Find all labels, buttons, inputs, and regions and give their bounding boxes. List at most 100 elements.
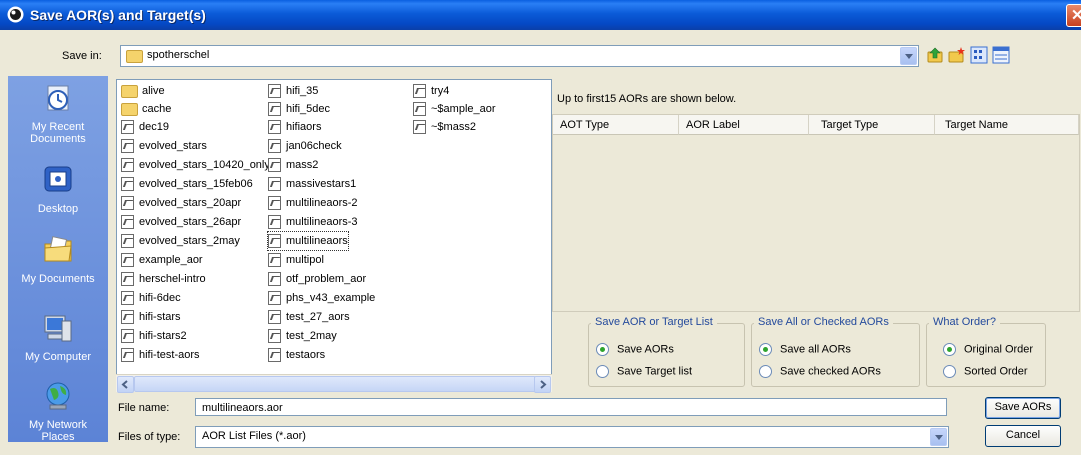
file-icon	[268, 177, 281, 192]
list-item[interactable]: example_aor	[121, 251, 203, 269]
list-item[interactable]: multipol	[268, 251, 324, 269]
list-item[interactable]: hifi-stars	[121, 308, 181, 326]
list-item[interactable]: hifi-stars2	[121, 327, 187, 345]
place-network[interactable]: My Network Places	[8, 380, 108, 443]
file-type-combo[interactable]: AOR List Files (*.aor)	[195, 426, 949, 448]
up-folder-icon[interactable]	[926, 46, 944, 64]
file-icon	[121, 158, 134, 173]
save-all-aors-radio[interactable]: Save all AORs	[759, 343, 851, 356]
file-name-label: File name:	[118, 402, 170, 414]
file-icon	[268, 215, 281, 230]
list-item[interactable]: try4	[413, 82, 449, 100]
horizontal-scrollbar[interactable]	[116, 374, 552, 393]
place-desktop[interactable]: Desktop	[8, 164, 108, 215]
scroll-right-button[interactable]	[534, 376, 551, 393]
file-icon	[268, 84, 281, 99]
folder-icon	[126, 50, 143, 63]
list-item[interactable]: dec19	[121, 118, 169, 136]
details-view-icon[interactable]	[992, 46, 1010, 64]
list-item[interactable]: hifi-6dec	[121, 289, 181, 307]
list-item[interactable]: evolved_stars_2may	[121, 232, 240, 250]
new-folder-icon[interactable]	[948, 46, 966, 64]
save-aors-radio[interactable]: Save AORs	[596, 343, 674, 356]
list-item[interactable]: herschel-intro	[121, 270, 206, 288]
place-recent-documents[interactable]: My Recent Documents	[8, 82, 108, 145]
list-item[interactable]: cache	[121, 100, 171, 118]
list-item[interactable]: massivestars1	[268, 175, 356, 193]
place-label: My Network Places	[28, 419, 88, 443]
scroll-thumb[interactable]	[134, 376, 536, 392]
file-icon	[268, 234, 281, 249]
list-item[interactable]: evolved_stars_15feb06	[121, 175, 253, 193]
list-item[interactable]: testaors	[268, 346, 325, 364]
save-aors-button[interactable]: Save AORs	[985, 397, 1061, 419]
save-in-label: Save in:	[62, 50, 102, 62]
list-view-icon[interactable]	[970, 46, 988, 64]
file-list[interactable]: alive cache dec19 evolved_stars evolved_…	[116, 79, 552, 392]
file-name-input[interactable]: multilineaors.aor	[195, 398, 947, 416]
file-type-label: Files of type:	[118, 431, 181, 443]
column-header-target-type[interactable]: Target Type	[809, 115, 935, 135]
list-item[interactable]: ~$mass2	[413, 118, 476, 136]
list-item[interactable]: hifi_35	[268, 82, 318, 100]
chevron-left-icon	[121, 380, 128, 389]
place-my-documents[interactable]: My Documents	[8, 234, 108, 285]
file-icon	[268, 158, 281, 173]
list-item[interactable]: ~$ample_aor	[413, 100, 496, 118]
save-checked-aors-radio[interactable]: Save checked AORs	[759, 365, 881, 378]
radio-button[interactable]	[759, 365, 772, 378]
radio-button[interactable]	[759, 343, 772, 356]
radio-button[interactable]	[596, 343, 609, 356]
scroll-left-button[interactable]	[117, 376, 134, 393]
close-button[interactable]: ✕	[1066, 4, 1081, 27]
list-item[interactable]: test_2may	[268, 327, 337, 345]
original-order-radio[interactable]: Original Order	[943, 343, 1033, 356]
sorted-order-radio[interactable]: Sorted Order	[943, 365, 1028, 378]
app-icon	[7, 6, 24, 23]
list-item[interactable]: hifi-test-aors	[121, 346, 200, 364]
list-item[interactable]: hifi_5dec	[268, 100, 330, 118]
list-item[interactable]: evolved_stars	[121, 137, 207, 155]
save-in-value: spotherschel	[147, 49, 210, 61]
list-item[interactable]: hifiaors	[268, 118, 321, 136]
list-item[interactable]: evolved_stars_10420_only	[121, 156, 270, 174]
column-header-target-name[interactable]: Target Name	[935, 115, 1079, 135]
clock-icon	[47, 85, 69, 111]
title-bar[interactable]: Save AOR(s) and Target(s) ✕	[0, 0, 1081, 30]
file-icon	[121, 253, 134, 268]
group-title: Save All or Checked AORs	[754, 316, 893, 328]
aor-preview-table[interactable]: AOT Type AOR Label Target Type Target Na…	[552, 114, 1080, 312]
file-icon	[413, 84, 426, 99]
list-item[interactable]: phs_v43_example	[268, 289, 375, 307]
column-header-aor-label[interactable]: AOR Label	[679, 115, 809, 135]
list-item[interactable]: jan06check	[268, 137, 342, 155]
place-my-computer[interactable]: My Computer	[8, 312, 108, 363]
file-icon	[121, 215, 134, 230]
chevron-down-icon[interactable]	[900, 47, 917, 65]
list-item[interactable]: evolved_stars_20apr	[121, 194, 241, 212]
file-icon	[121, 234, 134, 249]
list-item[interactable]: mass2	[268, 156, 318, 174]
radio-button[interactable]	[943, 343, 956, 356]
list-item[interactable]: multilineaors-3	[268, 213, 358, 231]
list-item[interactable]: otf_problem_aor	[268, 270, 366, 288]
radio-button[interactable]	[943, 365, 956, 378]
list-item-selected[interactable]: multilineaors	[267, 231, 349, 251]
chevron-down-icon[interactable]	[930, 428, 947, 446]
cancel-button[interactable]: Cancel	[985, 425, 1061, 447]
list-item[interactable]: evolved_stars_26apr	[121, 213, 241, 231]
list-item[interactable]: test_27_aors	[268, 308, 350, 326]
list-item[interactable]: multilineaors-2	[268, 194, 358, 212]
place-label: My Recent Documents	[30, 121, 86, 145]
file-icon	[121, 139, 134, 154]
computer-icon	[44, 315, 72, 342]
list-item[interactable]: alive	[121, 82, 165, 100]
column-header-aot-type[interactable]: AOT Type	[553, 115, 679, 135]
window-title: Save AOR(s) and Target(s)	[30, 7, 206, 23]
close-icon: ✕	[1071, 7, 1081, 24]
radio-button[interactable]	[596, 365, 609, 378]
folder-icon	[121, 102, 138, 116]
save-in-combo[interactable]: spotherschel	[120, 45, 919, 67]
group-title: What Order?	[929, 316, 1000, 328]
save-target-list-radio[interactable]: Save Target list	[596, 365, 692, 378]
